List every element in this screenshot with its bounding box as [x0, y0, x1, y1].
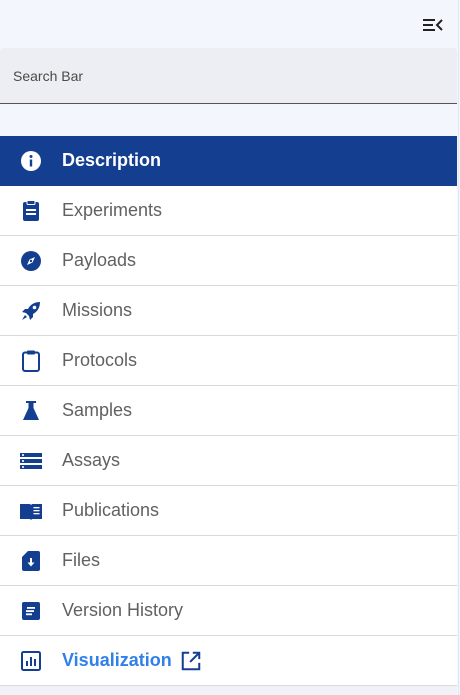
sidebar-item-description[interactable]: Description	[0, 136, 457, 186]
sidebar-item-samples[interactable]: Samples	[0, 386, 457, 436]
collapse-menu-button[interactable]	[420, 13, 446, 37]
sidebar-item-label: Files	[62, 550, 101, 570]
sidebar-item-experiments[interactable]: Experiments	[0, 186, 457, 236]
book-open-icon	[19, 499, 43, 523]
sidebar-item-label: Experiments	[62, 200, 163, 220]
rocket-icon	[19, 299, 43, 323]
compass-icon	[19, 249, 43, 273]
sidebar-item-label: Samples	[62, 400, 133, 420]
sidebar-item-assays[interactable]: Assays	[0, 436, 457, 486]
sidebar-item-label: Protocols	[62, 350, 138, 370]
sidebar-item-label: Visualization	[62, 650, 172, 670]
sidebar-item-label: Missions	[62, 300, 133, 320]
flask-icon	[19, 399, 43, 423]
sidebar-item-visualization[interactable]: Visualization	[0, 636, 457, 686]
sidebar-item-label: Version History	[62, 600, 184, 620]
sidebar-item-label: Payloads	[62, 250, 137, 270]
collapse-menu-icon	[423, 19, 443, 31]
bar-chart-icon	[19, 649, 43, 673]
sidebar-panel: Description Experiments Payloads Mission…	[0, 0, 459, 695]
sidebar-nav: Description Experiments Payloads Mission…	[0, 136, 457, 686]
sidebar-item-missions[interactable]: Missions	[0, 286, 457, 336]
clipboard-list-icon	[19, 199, 43, 223]
external-link-icon	[180, 650, 202, 672]
sidebar-item-label: Description	[62, 150, 162, 170]
sidebar-item-version-history[interactable]: Version History	[0, 586, 457, 636]
sidebar-item-files[interactable]: Files	[0, 536, 457, 586]
sidebar-item-protocols[interactable]: Protocols	[0, 336, 457, 386]
clipboard-icon	[19, 349, 43, 373]
history-note-icon	[19, 599, 43, 623]
sidebar-item-label: Publications	[62, 500, 160, 520]
sidebar-item-publications[interactable]: Publications	[0, 486, 457, 536]
info-circle-icon	[19, 149, 43, 173]
sidebar-item-payloads[interactable]: Payloads	[0, 236, 457, 286]
sidebar-footer	[0, 686, 457, 695]
sidebar-item-label: Assays	[62, 450, 121, 470]
search-bar[interactable]	[0, 48, 457, 104]
search-input[interactable]	[11, 66, 446, 85]
file-download-icon	[19, 549, 43, 573]
list-bars-icon	[19, 449, 43, 473]
